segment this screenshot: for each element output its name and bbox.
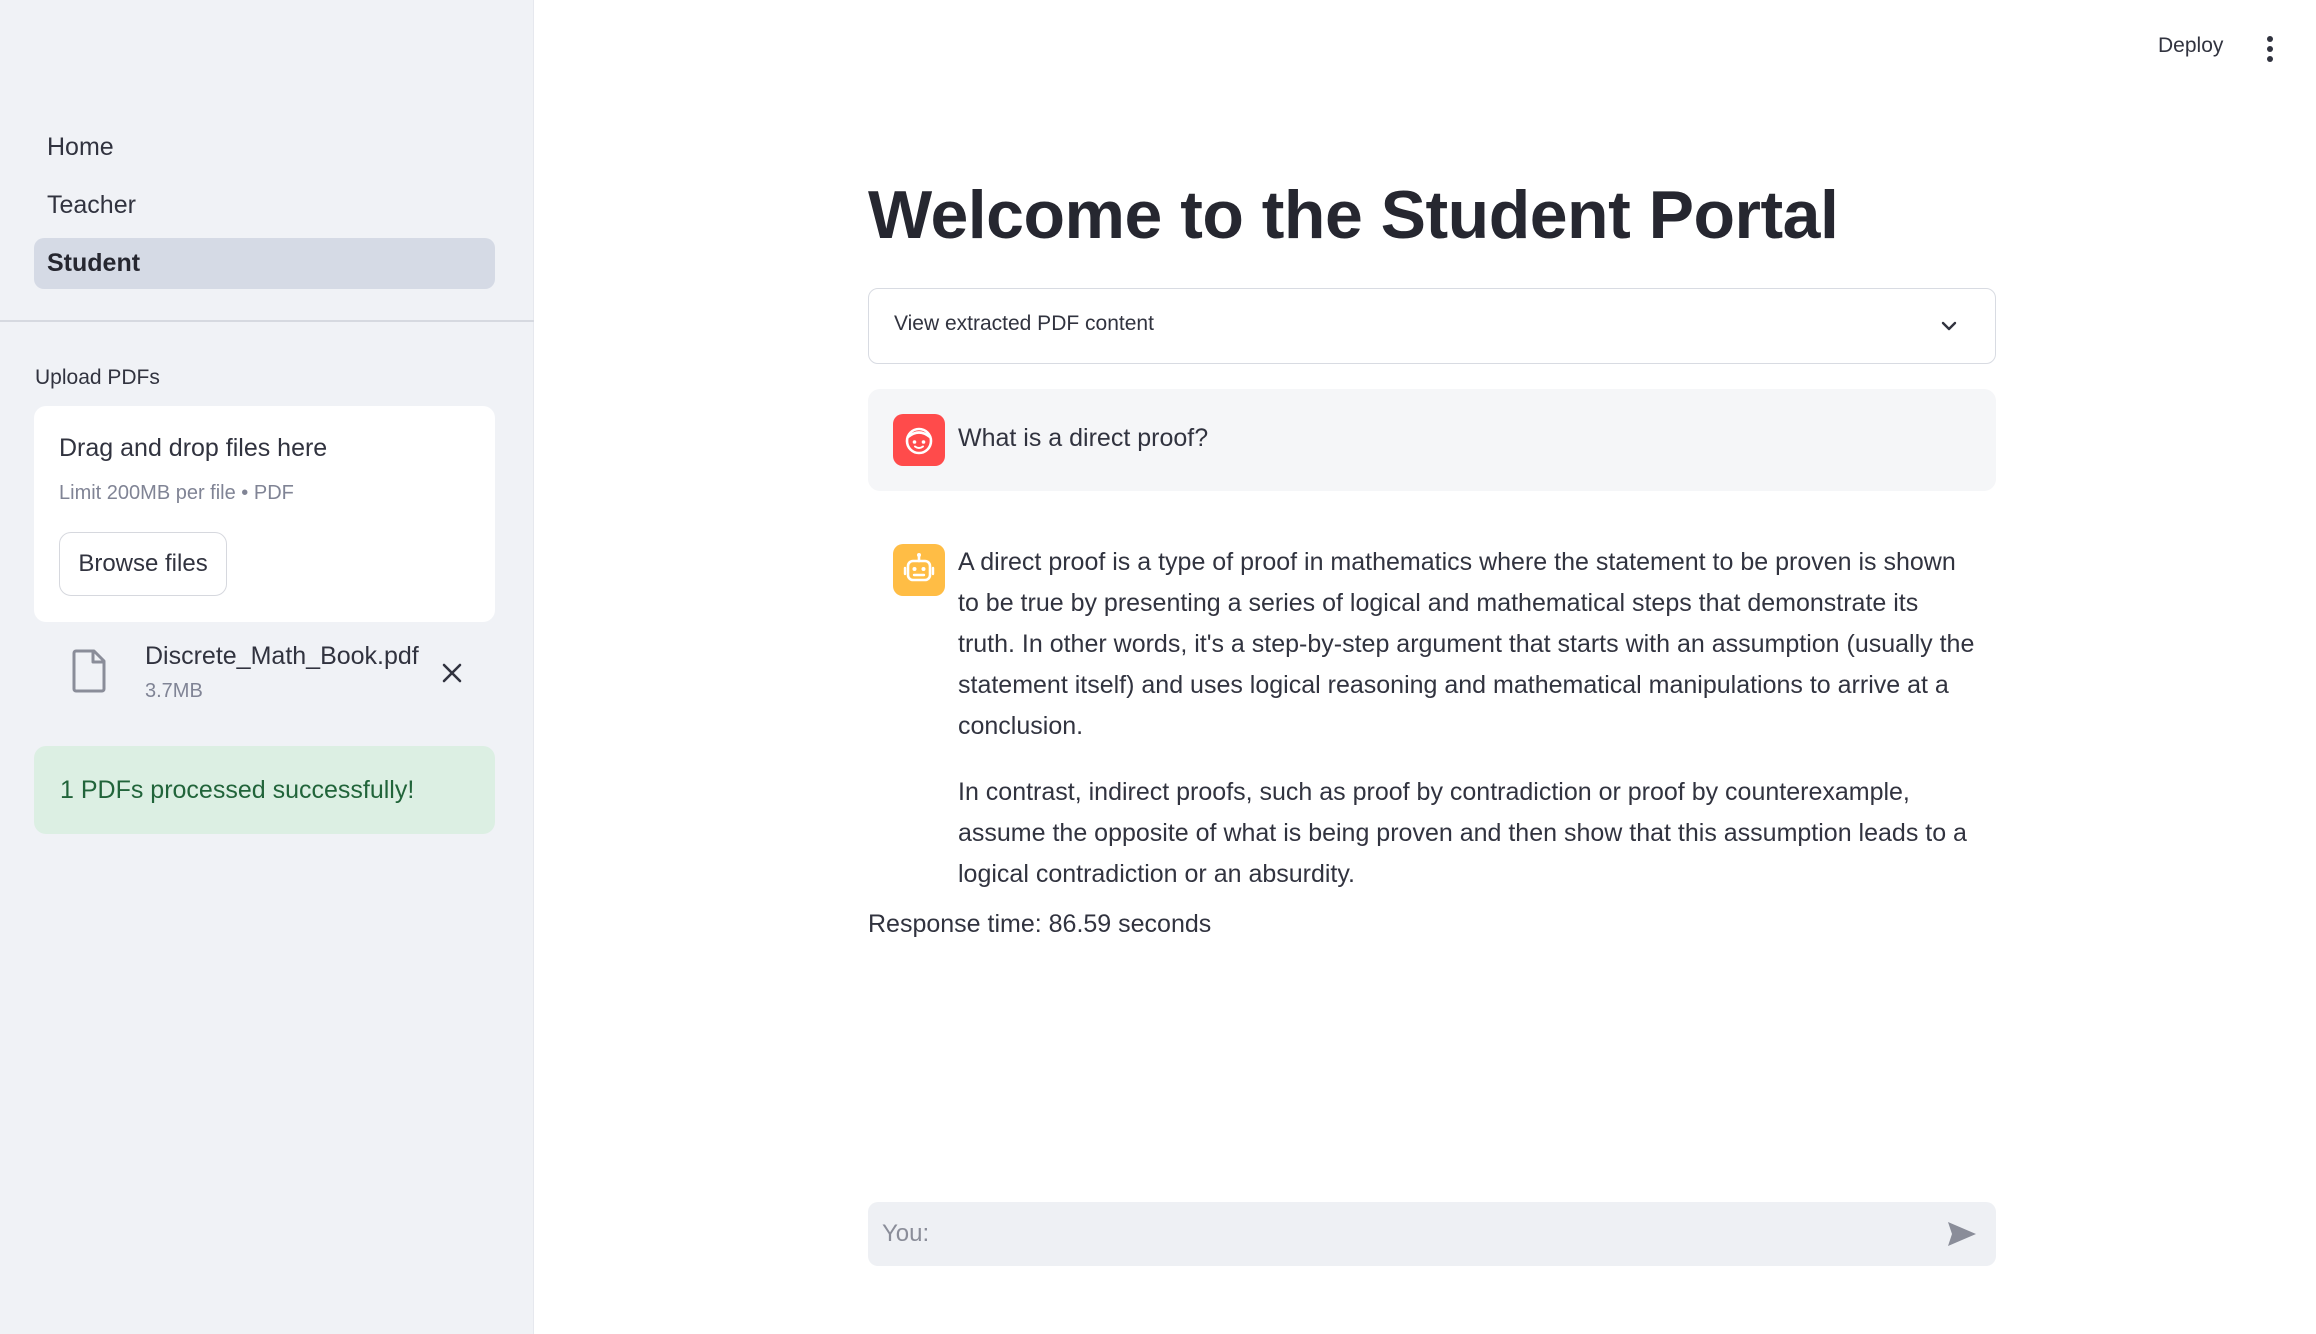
file-size: 3.7MB xyxy=(145,680,203,702)
user-message-text: What is a direct proof? xyxy=(958,424,1209,452)
pdf-content-expander[interactable]: View extracted PDF content xyxy=(868,288,1996,364)
assistant-paragraph: In contrast, indirect proofs, such as pr… xyxy=(958,778,1967,888)
dropzone-limit-text: Limit 200MB per file • PDF xyxy=(59,482,294,504)
assistant-chat-message: A direct proof is a type of proof in mat… xyxy=(868,522,1996,888)
success-alert: 1 PDFs processed successfully! xyxy=(34,746,495,834)
file-dropzone[interactable]: Drag and drop files here Limit 200MB per… xyxy=(34,406,495,622)
sidebar-item-home[interactable]: Home xyxy=(34,122,495,173)
browse-files-button[interactable]: Browse files xyxy=(59,532,227,596)
assistant-paragraph: A direct proof is a type of proof in mat… xyxy=(958,548,1975,740)
sidebar-item-student[interactable]: Student xyxy=(34,238,495,289)
uploaded-file-item: Discrete_Math_Book.pdf 3.7MB xyxy=(34,632,495,712)
send-icon[interactable] xyxy=(1946,1220,1978,1248)
sidebar: Home Teacher Student Upload PDFs Drag an… xyxy=(0,0,534,1334)
upload-label: Upload PDFs xyxy=(35,366,160,389)
sidebar-divider xyxy=(0,320,534,322)
page-title: Welcome to the Student Portal xyxy=(868,177,1839,253)
sidebar-nav: Home Teacher Student xyxy=(34,122,495,296)
user-chat-message: What is a direct proof? xyxy=(868,389,1996,491)
expander-label: View extracted PDF content xyxy=(894,312,1154,335)
chevron-down-icon xyxy=(1941,321,1957,331)
assistant-avatar xyxy=(893,544,945,596)
user-avatar xyxy=(893,414,945,466)
file-name: Discrete_Math_Book.pdf xyxy=(145,642,419,670)
dropzone-title: Drag and drop files here xyxy=(59,434,328,462)
assistant-message-body: A direct proof is a type of proof in mat… xyxy=(958,542,1978,920)
chat-input-container xyxy=(868,1202,1996,1266)
sidebar-item-teacher[interactable]: Teacher xyxy=(34,180,495,231)
response-time: Response time: 86.59 seconds xyxy=(868,910,1212,938)
vertical-dots-icon[interactable] xyxy=(2258,34,2282,64)
robot-icon xyxy=(903,553,935,582)
deploy-button[interactable]: Deploy xyxy=(2158,34,2223,58)
close-icon[interactable] xyxy=(437,658,467,688)
chat-input[interactable] xyxy=(868,1202,1928,1266)
file-icon xyxy=(72,649,106,693)
user-face-icon xyxy=(905,427,933,455)
